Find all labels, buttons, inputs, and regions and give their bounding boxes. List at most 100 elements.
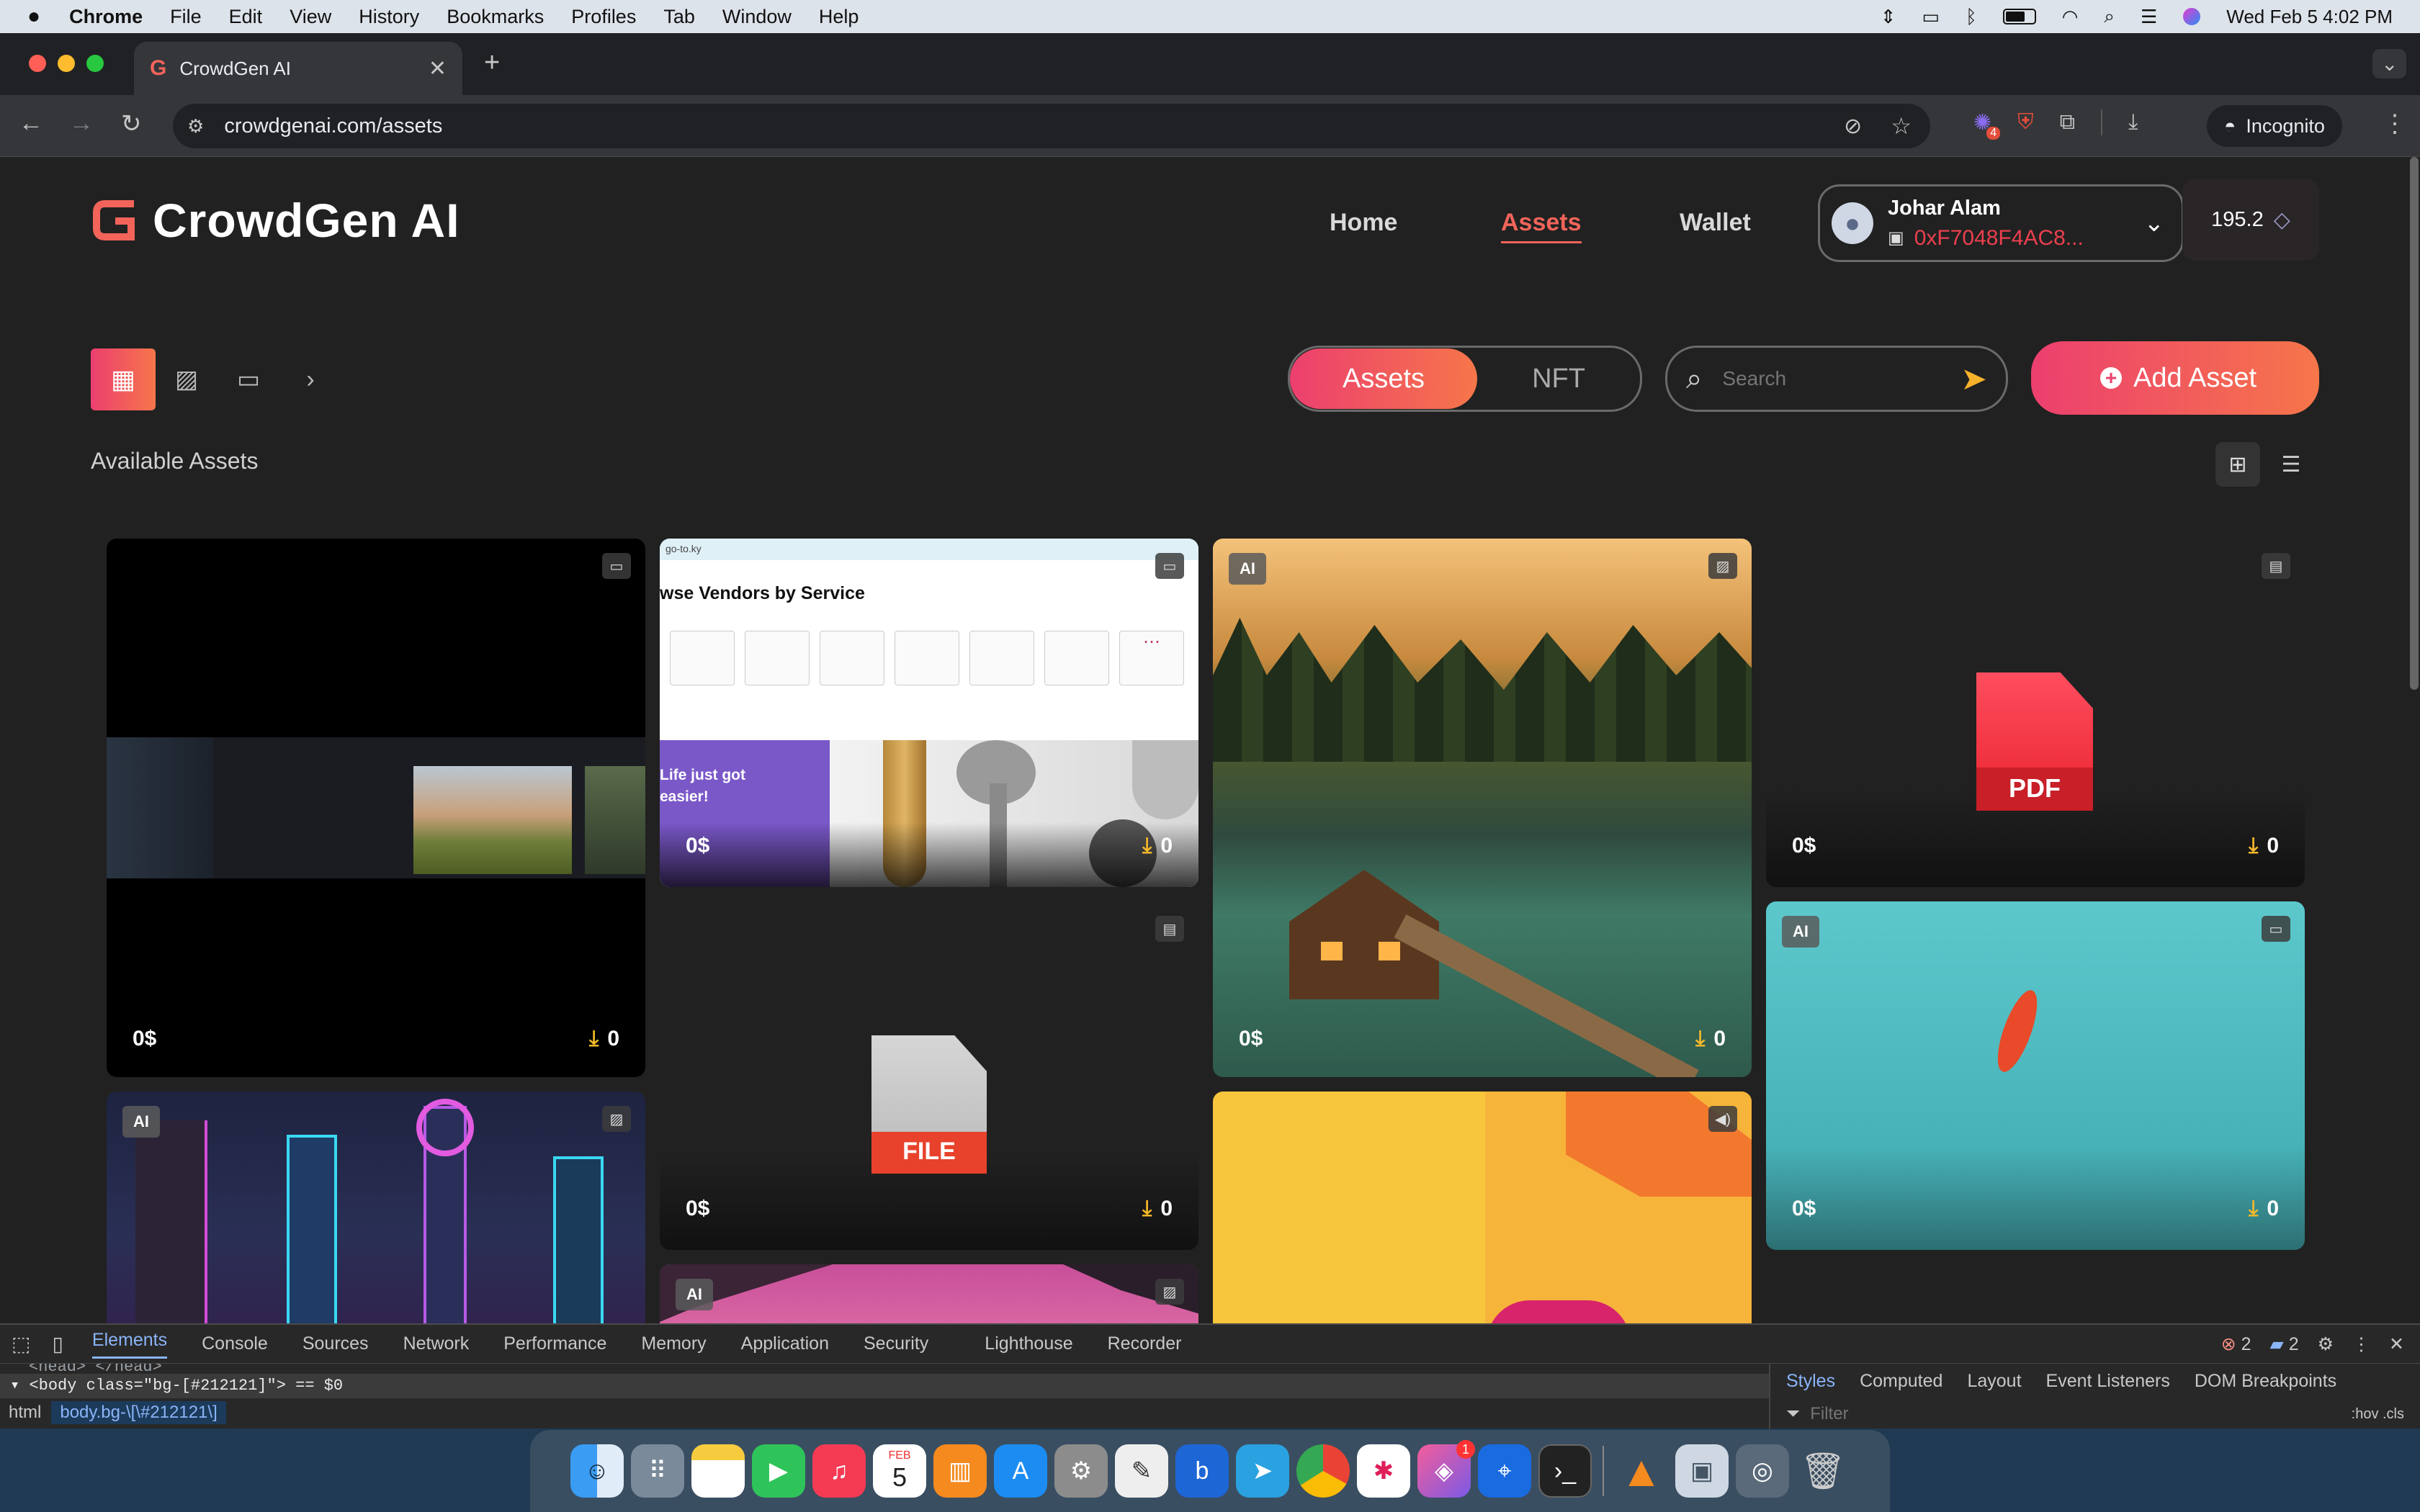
balance-chip[interactable]: 195.2 ◇ [2182,179,2319,261]
computed-tab[interactable]: Computed [1860,1371,1942,1392]
menu-clock[interactable]: Wed Feb 5 4:02 PM [2226,6,2393,28]
grid-view-icon[interactable]: ⊞ [2215,442,2260,487]
eye-off-icon[interactable]: ⊘ [1844,114,1862,139]
notes-icon[interactable] [691,1444,745,1498]
quicktime-icon[interactable]: ◎ [1736,1444,1789,1498]
image-filter-icon[interactable]: ▨ [156,348,218,410]
styles-tab[interactable]: Styles [1786,1371,1835,1392]
asset-card-3[interactable]: AI ▨ 0$ ⤓ 0 [1213,539,1752,1077]
bluesky-icon[interactable]: b [1175,1444,1229,1498]
battery-icon[interactable] [2002,9,2036,24]
books-icon[interactable]: ▥ [933,1444,987,1498]
textedit-icon[interactable]: ✎ [1115,1444,1168,1498]
preview-icon[interactable]: ▣ [1675,1444,1729,1498]
devtools-tab-console[interactable]: Console [202,1333,268,1354]
event-listeners-tab[interactable]: Event Listeners [2046,1371,2170,1392]
filter-tools[interactable]: :hov .cls [2352,1406,2404,1423]
menu-bookmarks[interactable]: Bookmarks [447,6,544,28]
devtools-tab-recorder[interactable]: Recorder [1108,1333,1182,1354]
asset-card-5[interactable]: AI ▭ 0$ ⤓ 0 [1766,901,2305,1250]
menu-history[interactable]: History [359,6,419,28]
display-icon[interactable]: ▭ [1922,6,1940,28]
devtools-tab-security[interactable]: Security [864,1333,928,1354]
devtools-tab-elements[interactable]: Elements [91,1330,168,1359]
shield-extension-icon[interactable]: ⛨ [2017,110,2034,135]
devtools-close-icon[interactable]: ✕ [2389,1333,2404,1355]
asset-card-1[interactable]: ▭ 0$ ⤓ 0 [107,539,645,1077]
close-tab-icon[interactable]: ✕ [429,56,447,81]
breadcrumb-body[interactable]: body.bg-\[\#212121\] [51,1401,226,1424]
tab-search-icon[interactable]: ⌄ [2372,49,2407,78]
shortcuts-icon[interactable]: ◈ 1 [1417,1440,1475,1498]
back-icon[interactable]: ← [19,109,43,138]
trash-icon[interactable]: 🗑 [1796,1444,1850,1498]
asset-card-2[interactable]: go-to.ky wse Vendors by Service ⋯ Life j… [660,539,1198,887]
nav-home[interactable]: Home [1330,209,1397,237]
incognito-chip[interactable]: ◓ Incognito [2207,105,2342,147]
chrome-menu-icon[interactable]: ⋮ [2383,109,2407,138]
asset-card-6[interactable]: FILE ▤ 0$ ⤓ 0 [660,901,1198,1250]
finder-icon[interactable]: ☺ [570,1444,624,1498]
slack-icon[interactable]: ✱ [1357,1444,1410,1498]
music-icon[interactable]: ♫ [812,1444,866,1498]
browser-tab-active[interactable]: G CrowdGen AI ✕ [134,42,462,95]
terminal-icon[interactable]: ›_ [1538,1444,1592,1498]
add-asset-button[interactable]: + Add Asset [2031,341,2319,415]
calendar-icon[interactable]: FEB 5 [873,1444,926,1498]
menu-window[interactable]: Window [722,6,792,28]
error-count[interactable]: ⊗ 2 [2221,1333,2251,1355]
asset-card-8[interactable]: AI ▨ [660,1264,1198,1323]
close-window-button[interactable] [29,55,46,72]
devtools-more-icon[interactable]: ⋮ [2352,1333,2370,1355]
dom-body-line[interactable]: ▾ <body class="bg-[#212121]"> == $0 [0,1374,1769,1398]
dom-head-line[interactable]: <head> </head> [0,1364,1769,1374]
asset-card-4[interactable]: PDF ▤ 0$ ⤓ 0 [1766,539,2305,887]
url-text[interactable]: crowdgenai.com/assets [224,114,442,138]
reload-icon[interactable]: ↻ [121,109,142,138]
download-icon[interactable]: ⤓ [2128,110,2138,135]
devtools-tab-lighthouse[interactable]: Lighthouse [985,1333,1072,1354]
list-view-icon[interactable]: ☰ [2269,442,2313,487]
telegram-icon[interactable]: ➤ [1236,1444,1289,1498]
site-logo[interactable]: CrowdGen AI [91,193,460,248]
new-tab-icon[interactable]: + [484,48,500,78]
grid-filter-icon[interactable]: ▦ [91,348,156,410]
toggle-assets[interactable]: Assets [1290,348,1477,409]
layout-tab[interactable]: Layout [1967,1371,2021,1392]
control-center-icon[interactable]: ☰ [2141,6,2157,28]
menu-edit[interactable]: Edit [229,6,263,28]
bluetooth-icon[interactable]: ᛒ [1966,6,1977,28]
launchpad-icon[interactable]: ⠿ [631,1444,684,1498]
asset-card-9[interactable]: ◀) [1213,1092,1752,1323]
puzzle-icon[interactable]: ⧉ [2060,110,2075,135]
devtools-tab-performance[interactable]: Performance [503,1333,606,1354]
spotlight-icon[interactable]: ⌕ [2104,5,2115,28]
bookmark-star-icon[interactable]: ☆ [1891,112,1912,140]
menu-tab[interactable]: Tab [663,6,695,28]
message-count[interactable]: ▰ 2 [2270,1333,2299,1355]
page-scrollbar[interactable] [2410,157,2419,690]
app-store-icon[interactable]: A [994,1444,1047,1498]
chrome-icon[interactable] [1296,1444,1350,1498]
user-profile-dropdown[interactable]: ● Johar Alam ▣ 0xF7048F4AC8... ⌄ [1818,184,2184,262]
address-bar[interactable]: ⚙ crowdgenai.com/assets ⊘ ☆ [173,104,1930,148]
maps-pin-icon[interactable]: ⌖ [1478,1444,1531,1498]
apple-icon[interactable]: ● [27,4,40,29]
system-settings-icon[interactable]: ⚙ [1054,1444,1108,1498]
wifi-icon[interactable]: ◠ [2062,6,2079,28]
facetime-icon[interactable]: ▶ [752,1444,805,1498]
menu-file[interactable]: File [170,6,202,28]
extension-icon[interactable]: ✺ 4 [1973,110,2001,140]
styles-filter-input[interactable] [1810,1404,2185,1424]
maximize-window-button[interactable] [86,55,104,72]
devtools-tab-sources[interactable]: Sources [302,1333,369,1354]
dom-breakpoints-tab[interactable]: DOM Breakpoints [2195,1371,2336,1392]
breadcrumb-html[interactable]: html [9,1403,41,1423]
search-input[interactable] [1722,367,1924,390]
forward-icon[interactable]: → [69,109,94,138]
minimize-window-button[interactable] [58,55,75,72]
devtools-settings-icon[interactable]: ⚙ [2318,1333,2334,1355]
video-filter-icon[interactable]: ▭ [218,348,279,410]
send-icon[interactable]: ➤ [1960,361,1987,397]
menu-view[interactable]: View [290,6,331,28]
